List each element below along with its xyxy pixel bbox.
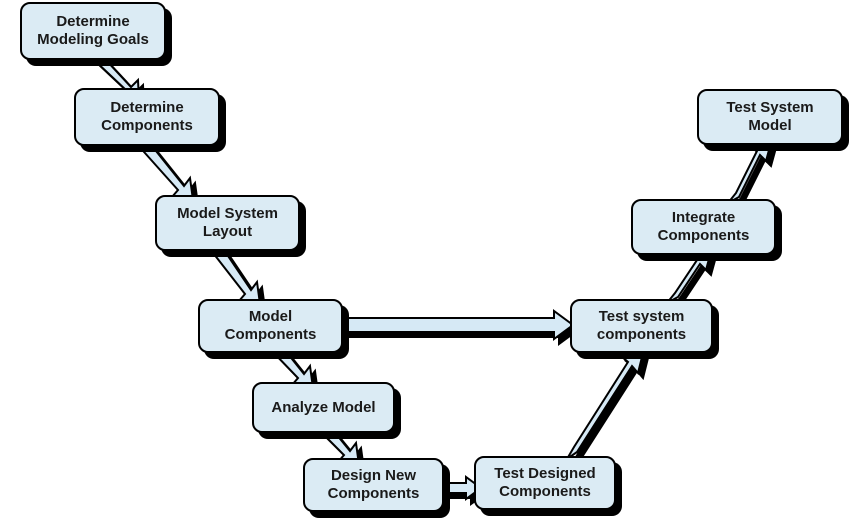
- node-design-new-components[interactable]: Design New Components: [303, 458, 444, 512]
- node-determine-modeling-goals[interactable]: Determine Modeling Goals: [20, 2, 166, 60]
- node-model-system-layout[interactable]: Model System Layout: [155, 195, 300, 251]
- node-label: Test Designed Components: [494, 465, 596, 500]
- node-test-designed-components[interactable]: Test Designed Components: [474, 456, 616, 510]
- node-label: Model Components: [224, 308, 317, 343]
- node-label: Model System Layout: [177, 205, 278, 240]
- node-label: Design New Components: [327, 467, 420, 502]
- node-label: Determine Components: [101, 99, 193, 134]
- node-label: Determine Modeling Goals: [37, 13, 149, 48]
- node-label: Test System Model: [726, 99, 814, 134]
- node-label: Analyze Model: [271, 398, 376, 416]
- diagram-nodes-layer: Determine Modeling Goals Determine Compo…: [0, 0, 856, 528]
- node-model-components[interactable]: Model Components: [198, 299, 343, 353]
- node-integrate-components[interactable]: Integrate Components: [631, 199, 776, 255]
- node-analyze-model[interactable]: Analyze Model: [252, 382, 395, 433]
- node-label: Test system components: [596, 308, 687, 343]
- node-test-system-model[interactable]: Test System Model: [697, 89, 843, 145]
- node-test-system-components[interactable]: Test system components: [570, 299, 713, 353]
- v-model-diagram: Determine Modeling Goals Determine Compo…: [0, 0, 856, 528]
- node-label: Integrate Components: [657, 209, 750, 244]
- node-determine-components[interactable]: Determine Components: [74, 88, 220, 146]
